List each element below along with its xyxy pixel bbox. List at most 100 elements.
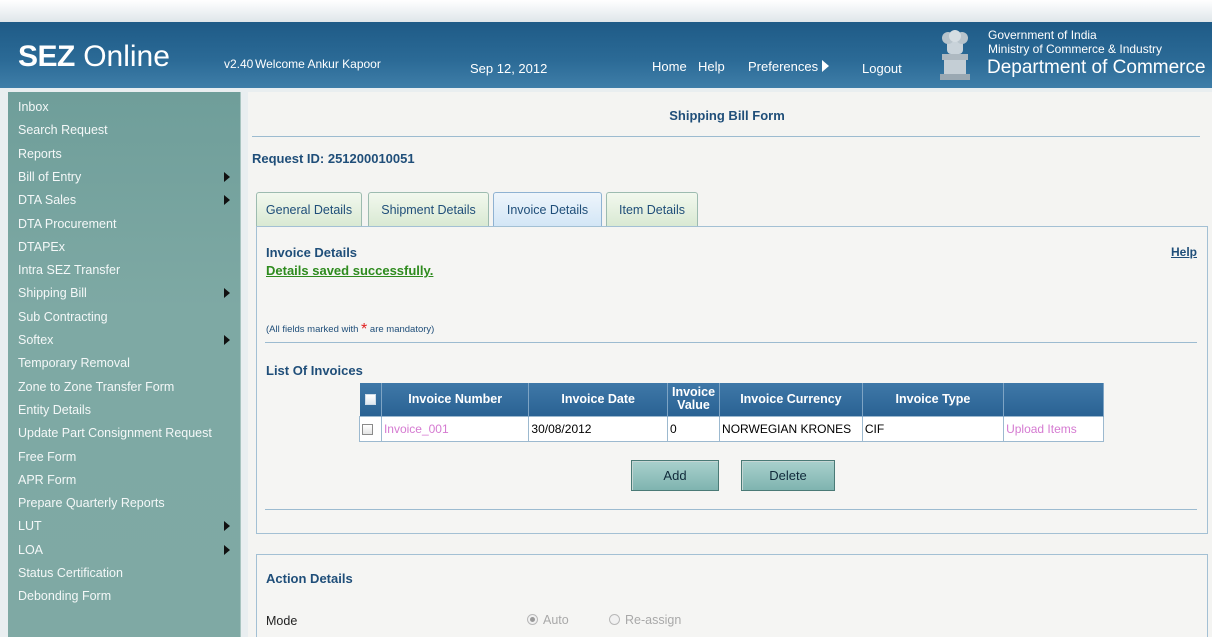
sez-online-logo: SEZ Online	[18, 40, 170, 74]
sidebar-item-label: Softex	[18, 333, 54, 347]
select-all-checkbox[interactable]	[364, 393, 376, 405]
col-actions	[1003, 383, 1104, 416]
triangle-right-icon	[224, 171, 230, 182]
mode-reassign-radio[interactable]: Re-assign	[609, 613, 681, 627]
action-details-panel: Action Details Mode Auto Re-assign	[256, 554, 1208, 637]
sidebar-item-label: Free Form	[18, 449, 77, 464]
sidebar-item-free-form[interactable]: Free Form	[18, 446, 238, 468]
sidebar-item-label: Status Certification	[18, 566, 123, 580]
row-checkbox[interactable]	[362, 423, 373, 435]
triangle-right-icon	[822, 60, 830, 72]
invoice-type-cell: CIF	[861, 415, 1005, 442]
version-label: v2.40	[224, 57, 254, 71]
divider	[265, 509, 1197, 510]
sidebar-item-search-request[interactable]: Search Request	[18, 119, 238, 141]
nav-help-link[interactable]: Help	[698, 59, 725, 74]
tab-item-details[interactable]: Item Details	[606, 192, 698, 226]
mode-reassign-label: Re-assign	[625, 613, 682, 627]
government-label: Government of India Ministry of Commerce…	[988, 28, 1162, 56]
radio-selected-icon	[527, 614, 538, 625]
triangle-right-icon	[224, 288, 230, 299]
add-button[interactable]: Add	[631, 460, 719, 491]
sidebar-item-label: Reports	[18, 146, 62, 161]
department-title: Department of Commerce	[987, 57, 1206, 78]
delete-button[interactable]: Delete	[741, 460, 835, 491]
invoice-currency-cell: NORWEGIAN KRONES	[719, 415, 863, 442]
sidebar-item-softex[interactable]: Softex	[18, 329, 238, 351]
invoices-table: Invoice Number Invoice Date Invoice Valu…	[359, 383, 1104, 442]
invoice-number-cell: Invoice_001	[380, 415, 530, 442]
sidebar-item-lut[interactable]: LUT	[18, 515, 238, 537]
sidebar-item-zone-to-zone-transfer-form[interactable]: Zone to Zone Transfer Form	[18, 376, 238, 398]
sidebar-item-dta-sales[interactable]: DTA Sales	[18, 189, 238, 211]
nav-logout-link[interactable]: Logout	[862, 61, 902, 76]
logo-online-text: Online	[74, 40, 170, 73]
sidebar-item-label: LOA	[18, 542, 44, 557]
sidebar-item-dtapex[interactable]: DTAPEx	[18, 236, 238, 258]
sidebar-item-sub-contracting[interactable]: Sub Contracting	[18, 306, 238, 328]
nav-preferences-menu[interactable]: Preferences	[748, 59, 830, 74]
sidebar-item-label: Entity Details	[18, 402, 91, 417]
sidebar-item-label: Update Part Consignment Request	[18, 426, 212, 441]
request-id: Request ID: 251200010051	[252, 151, 415, 166]
preferences-label: Preferences	[748, 59, 819, 74]
sidebar-item-label: Prepare Quarterly Reports	[18, 496, 165, 511]
gov-line-1: Government of India	[988, 28, 1097, 42]
sidebar-item-status-certification[interactable]: Status Certification	[18, 562, 238, 584]
mode-auto-label: Auto	[543, 613, 569, 627]
sidebar-item-update-part-consignment-request[interactable]: Update Part Consignment Request	[18, 422, 238, 444]
sidebar-item-label: LUT	[18, 519, 42, 534]
triangle-right-icon	[224, 335, 230, 345]
nav-home-link[interactable]: Home	[652, 59, 687, 74]
divider	[252, 136, 1200, 137]
col-invoice-date: Invoice Date	[528, 383, 668, 416]
sidebar-item-label: Sub Contracting	[18, 309, 108, 324]
sidebar-item-label: Debonding Form	[18, 589, 112, 604]
action-details-title: Action Details	[266, 571, 353, 586]
sidebar-item-label: Intra SEZ Transfer	[18, 263, 121, 278]
tab-invoice-details[interactable]: Invoice Details	[493, 192, 602, 226]
sidebar-item-reports[interactable]: Reports	[18, 143, 238, 165]
page-title: Shipping Bill Form	[669, 108, 785, 123]
sidebar-item-prepare-quarterly-reports[interactable]: Prepare Quarterly Reports	[18, 492, 238, 514]
upload-items-link[interactable]: Upload Items	[1006, 422, 1077, 436]
sidebar-item-apr-form[interactable]: APR Form	[18, 469, 238, 491]
sidebar-item-label: DTAPEx	[18, 239, 65, 254]
sidebar-item-label: Bill of Entry	[18, 169, 82, 184]
sidebar-menu: Inbox Search Request Reports Bill of Entry D…	[8, 92, 241, 637]
sidebar-item-dta-procurement[interactable]: DTA Procurement	[18, 213, 238, 235]
invoice-number-link[interactable]: Invoice_001	[384, 422, 449, 436]
col-invoice-type: Invoice Type	[862, 383, 1005, 416]
triangle-right-icon	[224, 544, 230, 555]
col-invoice-number: Invoice Number	[381, 383, 530, 416]
sidebar-item-shipping-bill[interactable]: Shipping Bill	[18, 282, 238, 304]
row-select-cell	[359, 415, 382, 442]
app-header: SEZ Online v2.40 Welcome Ankur Kapoor Se…	[0, 0, 1212, 88]
sidebar-item-label: Search Request	[18, 123, 108, 138]
sidebar-item-intra-sez-transfer[interactable]: Intra SEZ Transfer	[18, 259, 238, 281]
sidebar-item-label: Zone to Zone Transfer Form	[18, 379, 175, 394]
sidebar-item-label: Inbox	[18, 100, 49, 114]
upload-items-cell: Upload Items	[1003, 415, 1104, 442]
tab-general-details[interactable]: General Details	[256, 192, 362, 226]
tab-shipment-details[interactable]: Shipment Details	[368, 192, 489, 226]
sidebar-item-temporary-removal[interactable]: Temporary Removal	[18, 352, 238, 374]
current-date: Sep 12, 2012	[470, 61, 548, 76]
col-invoice-value: Invoice Value	[667, 383, 721, 416]
select-all-header	[359, 383, 382, 416]
help-link[interactable]: Help	[1171, 245, 1197, 259]
section-title: Invoice Details	[266, 245, 358, 260]
sidebar-item-loa[interactable]: LOA	[18, 539, 238, 561]
sidebar-item-bill-of-entry[interactable]: Bill of Entry	[18, 166, 238, 188]
invoice-details-panel: Invoice Details Help Details saved succe…	[256, 226, 1208, 534]
gov-line-2: Ministry of Commerce & Industry	[988, 42, 1163, 56]
sidebar-item-label: DTA Sales	[18, 193, 77, 208]
mode-auto-radio[interactable]: Auto	[527, 613, 569, 627]
invoice-value-cell: 0	[666, 415, 721, 442]
success-message: Details saved successfully.	[266, 263, 434, 278]
sidebar-item-entity-details[interactable]: Entity Details	[18, 399, 238, 421]
sidebar-item-debonding-form[interactable]: Debonding Form	[18, 585, 238, 607]
col-invoice-currency: Invoice Currency	[719, 383, 863, 416]
mandatory-note-text: (All fields marked with	[266, 324, 362, 335]
sidebar-item-inbox[interactable]: Inbox	[18, 96, 238, 118]
